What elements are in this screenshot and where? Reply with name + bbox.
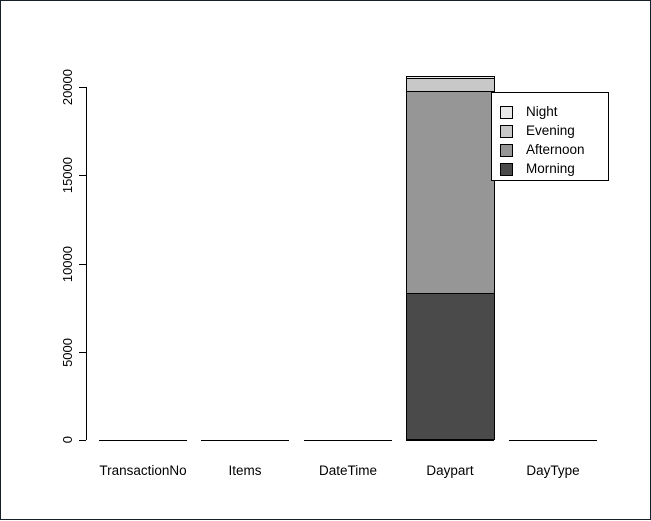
bar-segment-afternoon (406, 91, 495, 294)
bar-daypart (406, 76, 495, 440)
x-axis-label-daytype: DayType (526, 463, 580, 478)
y-axis-tick-5000 (79, 352, 86, 353)
bar-segment-morning (406, 293, 495, 440)
legend-item-afternoon: Afternoon (500, 140, 585, 160)
plot-area: 0 5000 10000 15000 20000 TransactionNo I… (1, 1, 651, 521)
bar-transactionno (99, 440, 187, 441)
y-axis-tick-0 (79, 440, 86, 441)
legend-item-evening: Evening (500, 121, 575, 141)
bar-items (201, 440, 289, 441)
y-axis-label-20000: 20000 (60, 68, 75, 106)
y-axis-label-10000: 10000 (60, 245, 75, 283)
x-axis-label-items: Items (228, 463, 262, 478)
bar-segment-evening (406, 78, 495, 92)
bar-daytype (509, 440, 597, 441)
y-axis-label-0: 0 (60, 436, 75, 444)
legend-label-afternoon: Afternoon (526, 142, 585, 158)
legend-swatch-evening-icon (500, 124, 513, 138)
bar-datetime (304, 440, 392, 441)
legend-item-night: Night (500, 102, 558, 122)
x-axis-label-datetime: DateTime (318, 463, 378, 478)
y-axis-tick-20000 (79, 87, 86, 88)
x-axis-label-transactionno: TransactionNo (99, 463, 187, 478)
chart-figure: 0 5000 10000 15000 20000 TransactionNo I… (0, 0, 651, 520)
x-axis-label-daypart: Daypart (426, 463, 474, 478)
legend-swatch-morning-icon (500, 162, 513, 176)
y-axis-line (86, 87, 87, 440)
x-axis-segment-daypart (406, 440, 494, 441)
legend-label-night: Night (526, 104, 558, 120)
legend-label-evening: Evening (526, 123, 575, 139)
legend-item-morning: Morning (500, 159, 575, 179)
legend-label-morning: Morning (526, 161, 575, 177)
y-axis-tick-10000 (79, 264, 86, 265)
legend-swatch-afternoon-icon (500, 143, 513, 157)
y-axis-label-15000: 15000 (60, 156, 75, 194)
y-axis-tick-15000 (79, 175, 86, 176)
y-axis-label-5000: 5000 (60, 337, 75, 367)
chart-legend: Night Evening Afternoon Morning (491, 92, 609, 181)
legend-swatch-night-icon (500, 105, 513, 119)
